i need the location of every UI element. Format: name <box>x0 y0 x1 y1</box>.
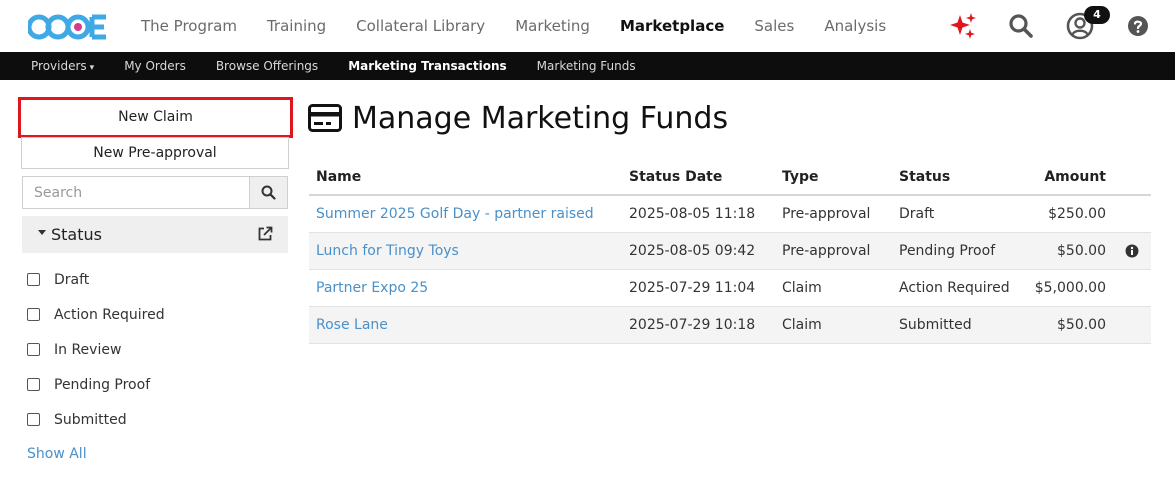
cell-status: Pending Proof <box>892 232 1017 270</box>
cell-status: Submitted <box>892 306 1017 344</box>
status-filter-list: Draft Action Required In Review Pending … <box>27 262 165 437</box>
table-row: Rose Lane 2025-07-29 10:18 Claim Submitt… <box>309 306 1151 344</box>
column-header-info <box>1113 159 1151 196</box>
subnav-item-providers[interactable]: Providers ▾ <box>31 59 94 73</box>
cell-status: Draft <box>892 195 1017 233</box>
new-claim-button[interactable]: New Claim <box>18 97 293 138</box>
search-input[interactable] <box>22 176 249 209</box>
cell-info <box>1113 269 1151 307</box>
main-nav: The Program Training Collateral Library … <box>141 0 916 52</box>
search-icon[interactable] <box>1008 13 1034 39</box>
cell-info <box>1113 232 1151 270</box>
search-icon <box>261 185 276 200</box>
cell-status-date: 2025-07-29 10:18 <box>622 306 775 344</box>
filter-pending-proof[interactable]: Pending Proof <box>27 367 165 402</box>
filter-submitted[interactable]: Submitted <box>27 402 165 437</box>
subnav-item-my-orders[interactable]: My Orders <box>124 59 186 73</box>
cell-amount: $250.00 <box>1017 195 1113 233</box>
cell-status: Action Required <box>892 269 1017 307</box>
filter-draft[interactable]: Draft <box>27 262 165 297</box>
caret-down-icon <box>38 230 46 235</box>
nav-item-sales[interactable]: Sales <box>754 17 794 35</box>
subnav-item-marketing-transactions[interactable]: Marketing Transactions <box>348 59 506 73</box>
filter-label: Submitted <box>54 411 127 428</box>
search-button[interactable] <box>249 176 288 209</box>
nav-item-the-program[interactable]: The Program <box>141 17 237 35</box>
cell-amount: $5,000.00 <box>1017 269 1113 307</box>
filter-checkbox[interactable] <box>27 308 40 321</box>
cell-amount: $50.00 <box>1017 306 1113 344</box>
filter-action-required[interactable]: Action Required <box>27 297 165 332</box>
column-header-name[interactable]: Name <box>309 159 622 196</box>
column-header-status-date[interactable]: Status Date <box>622 159 775 196</box>
status-filter-title: Status <box>51 225 102 244</box>
marketing-funds-table: Name Status Date Type Status Amount Summ… <box>309 159 1151 344</box>
nav-item-marketplace[interactable]: Marketplace <box>620 17 724 35</box>
nav-item-collateral-library[interactable]: Collateral Library <box>356 17 485 35</box>
filter-checkbox[interactable] <box>27 343 40 356</box>
cell-amount: $50.00 <box>1017 232 1113 270</box>
filter-checkbox[interactable] <box>27 273 40 286</box>
fund-name-link[interactable]: Rose Lane <box>316 317 388 333</box>
page-title: Manage Marketing Funds <box>352 100 729 136</box>
cell-name: Rose Lane <box>309 306 622 344</box>
filter-in-review[interactable]: In Review <box>27 332 165 367</box>
filter-label: Draft <box>54 271 90 288</box>
fund-name-link[interactable]: Lunch for Tingy Toys <box>316 243 459 259</box>
sub-navigation-bar: Providers ▾ My Orders Browse Offerings Ma… <box>0 52 1175 80</box>
filter-checkbox[interactable] <box>27 378 40 391</box>
filter-label: In Review <box>54 341 122 358</box>
column-header-status[interactable]: Status <box>892 159 1017 196</box>
table-row: Summer 2025 Golf Day - partner raised 20… <box>309 195 1151 233</box>
top-navigation-bar: The Program Training Collateral Library … <box>0 0 1175 52</box>
cell-status-date: 2025-08-05 09:42 <box>622 232 775 270</box>
show-all-link[interactable]: Show All <box>27 446 87 462</box>
info-icon[interactable] <box>1125 244 1139 258</box>
fund-name-link[interactable]: Partner Expo 25 <box>316 280 428 296</box>
cell-type: Claim <box>775 269 892 307</box>
table-header-row: Name Status Date Type Status Amount <box>309 159 1151 196</box>
sidebar-search <box>22 176 288 209</box>
help-icon[interactable] <box>1127 15 1149 37</box>
subnav-item-providers-label: Providers <box>31 59 87 73</box>
filter-label: Pending Proof <box>54 376 151 393</box>
column-header-amount[interactable]: Amount <box>1017 159 1113 196</box>
cell-type: Pre-approval <box>775 232 892 270</box>
fund-name-link[interactable]: Summer 2025 Golf Day - partner raised <box>316 206 594 222</box>
cell-status-date: 2025-08-05 11:18 <box>622 195 775 233</box>
cell-name: Lunch for Tingy Toys <box>309 232 622 270</box>
external-link-icon[interactable] <box>257 226 273 242</box>
cell-name: Partner Expo 25 <box>309 269 622 307</box>
new-preapproval-button[interactable]: New Pre-approval <box>21 137 289 169</box>
filter-label: Action Required <box>54 306 165 323</box>
cell-info <box>1113 306 1151 344</box>
table-row: Lunch for Tingy Toys 2025-08-05 09:42 Pr… <box>309 232 1151 270</box>
credit-card-icon <box>308 104 342 132</box>
subnav-item-browse-offerings[interactable]: Browse Offerings <box>216 59 318 73</box>
nav-item-marketing[interactable]: Marketing <box>515 17 590 35</box>
chevron-down-icon: ▾ <box>89 63 95 73</box>
cell-type: Claim <box>775 306 892 344</box>
nav-item-training[interactable]: Training <box>267 17 326 35</box>
column-header-type[interactable]: Type <box>775 159 892 196</box>
table-row: Partner Expo 25 2025-07-29 11:04 Claim A… <box>309 269 1151 307</box>
cell-name: Summer 2025 Golf Day - partner raised <box>309 195 622 233</box>
cell-type: Pre-approval <box>775 195 892 233</box>
cell-info <box>1113 195 1151 233</box>
nav-item-analysis[interactable]: Analysis <box>824 17 886 35</box>
ccoe-logo[interactable] <box>28 8 110 46</box>
filter-checkbox[interactable] <box>27 413 40 426</box>
status-filter-header[interactable]: Status <box>22 216 288 253</box>
page-title-row: Manage Marketing Funds <box>308 98 728 138</box>
sparkle-icon[interactable] <box>947 12 977 40</box>
subnav-item-marketing-funds[interactable]: Marketing Funds <box>537 59 636 73</box>
notification-count-badge[interactable]: 4 <box>1084 6 1110 24</box>
cell-status-date: 2025-07-29 11:04 <box>622 269 775 307</box>
